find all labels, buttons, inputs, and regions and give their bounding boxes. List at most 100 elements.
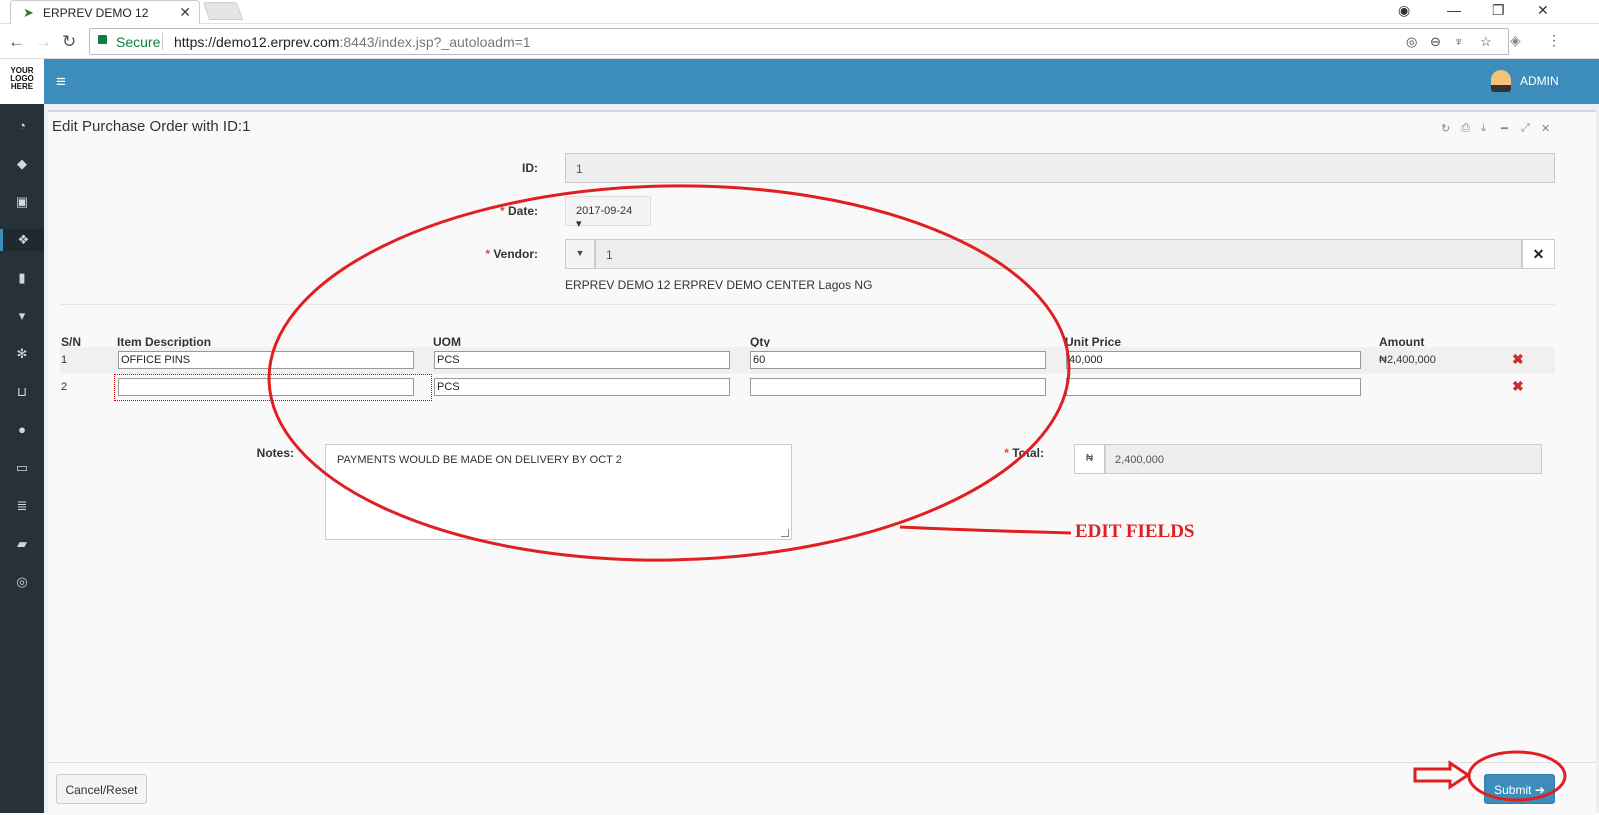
key-icon[interactable]: ♆	[1454, 34, 1464, 49]
address-bar[interactable]: Secure https://demo12.erprev.com:8443/in…	[89, 28, 1509, 55]
notes-textarea[interactable]: PAYMENTS WOULD BE MADE ON DELIVERY BY OC…	[325, 444, 792, 540]
url-host: https://demo12.erprev.com	[174, 34, 340, 50]
window-close-icon[interactable]: ✕	[1537, 2, 1549, 19]
vendor-clear-icon[interactable]: ✕	[1522, 239, 1555, 269]
minimize-panel-icon[interactable]: ━	[1501, 122, 1508, 135]
arrow-circle-right-icon: ➔	[1531, 783, 1545, 797]
url-text[interactable]: https://demo12.erprev.com:8443/index.jsp…	[174, 34, 531, 50]
total-label: * Total:	[924, 446, 1044, 460]
company-logo[interactable]: YOUR LOGO HERE	[0, 59, 44, 104]
minimize-icon[interactable]: —	[1447, 2, 1461, 18]
cancel-reset-button[interactable]: Cancel/Reset	[56, 774, 147, 804]
uom-input[interactable]: PCS	[434, 351, 730, 369]
edit-purchase-order-panel: Edit Purchase Order with ID:1 ↻ ⎙ ⤓ ━ ⤢ …	[48, 110, 1596, 815]
lifebuoy-icon[interactable]: ◎	[0, 571, 44, 593]
back-icon[interactable]: ←	[8, 32, 25, 52]
qty-input[interactable]: 60	[750, 351, 1046, 369]
forward-icon[interactable]: →	[35, 32, 52, 52]
new-tab-button[interactable]	[202, 2, 244, 20]
vendor-label: * Vendor:	[418, 247, 538, 261]
vendor-dropdown-icon[interactable]: ▼	[565, 239, 595, 269]
cubes-icon[interactable]: ❖	[0, 229, 44, 251]
tag-icon[interactable]: ◆	[0, 153, 44, 175]
browser-toolbar: ← → ↻ Secure https://demo12.erprev.com:8…	[0, 24, 1599, 59]
notes-label: Notes:	[256, 446, 294, 460]
total-field[interactable]: 2,400,000	[1105, 444, 1542, 474]
required-mark: *	[485, 247, 490, 261]
omnibox-divider	[162, 33, 163, 50]
menu-icon[interactable]: ⋮	[1547, 32, 1561, 49]
erprev-favicon-icon: ➤	[23, 5, 34, 20]
date-label: * Date:	[418, 204, 538, 218]
table-row: 2 PCS ✖	[60, 374, 1555, 401]
currency-addon: ₦	[1074, 444, 1105, 474]
submit-label: Submit	[1494, 783, 1532, 797]
user-name[interactable]: ADMIN	[1520, 74, 1559, 88]
panel-footer: Cancel/Reset Submit ➔	[48, 762, 1596, 815]
tab-title: ERPREV DEMO 12	[43, 6, 149, 20]
id-label: ID:	[418, 161, 538, 175]
required-mark: *	[1004, 446, 1009, 460]
hamburger-menu-icon[interactable]: ≡	[56, 72, 66, 92]
refresh-icon[interactable]: ↻	[1441, 122, 1450, 135]
desktop-icon[interactable]: ▭	[0, 457, 44, 479]
id-label-text: ID:	[522, 161, 538, 175]
snowflake-icon[interactable]: ✻	[0, 343, 44, 365]
unit-price-input[interactable]: 40,000	[1066, 351, 1361, 369]
uom-input[interactable]: PCS	[434, 378, 730, 396]
divider	[60, 304, 1555, 305]
extension-icon[interactable]: ◈	[1510, 32, 1521, 49]
building-icon[interactable]: ▮	[0, 267, 44, 289]
item-description-input[interactable]	[118, 378, 414, 396]
content-area: Edit Purchase Order with ID:1 ↻ ⎙ ⤓ ━ ⤢ …	[44, 104, 1599, 815]
total-label-text: Total:	[1012, 446, 1044, 460]
vendor-field[interactable]: 1	[595, 239, 1522, 269]
row-amount: ₦2,400,000	[1379, 354, 1436, 366]
cart-icon[interactable]: ⊔	[0, 381, 44, 403]
vendor-description: ERPREV DEMO 12 ERPREV DEMO CENTER Lagos …	[565, 278, 873, 292]
money-icon[interactable]: ▣	[0, 191, 44, 213]
expand-icon[interactable]: ⤢	[1521, 122, 1530, 135]
circle-icon[interactable]: ●	[0, 419, 44, 441]
date-value: 2017-09-24	[576, 205, 633, 217]
url-path: :8443/index.jsp?_autoloadm=1	[339, 34, 531, 50]
location-icon[interactable]: ◎	[1406, 34, 1417, 50]
item-description-input[interactable]: OFFICE PINS	[118, 351, 414, 369]
date-picker-button[interactable]: 2017-09-24 ▾	[565, 196, 651, 230]
date-label-text: Date:	[507, 204, 538, 218]
delete-row-icon[interactable]: ✖	[1512, 378, 1524, 395]
zoom-icon[interactable]: ⊖	[1430, 34, 1441, 50]
panel-title: Edit Purchase Order with ID:1	[52, 118, 251, 135]
profile-icon[interactable]: ◉	[1398, 2, 1410, 19]
download-icon[interactable]: ⤓	[1481, 122, 1486, 135]
qty-input[interactable]	[750, 378, 1046, 396]
user-avatar[interactable]	[1491, 70, 1511, 92]
vendor-label-text: Vendor:	[493, 247, 538, 261]
row-sn: 2	[61, 381, 68, 393]
browser-tab-bar: ➤ ERPREV DEMO 12 ✕ ◉ — ❐ ✕	[0, 0, 1599, 24]
required-mark: *	[499, 204, 505, 218]
annotation-label: EDIT FIELDS	[1075, 521, 1195, 542]
restore-icon[interactable]: ❐	[1492, 2, 1505, 19]
row-sn: 1	[61, 354, 68, 366]
tab-close-icon[interactable]: ✕	[179, 4, 191, 21]
database-icon[interactable]: ≣	[0, 495, 44, 517]
secure-label: Secure	[116, 34, 161, 50]
lock-icon	[98, 35, 107, 44]
caret-down-icon: ▾	[576, 218, 582, 230]
resize-grip-icon[interactable]	[781, 529, 789, 537]
reload-icon[interactable]: ↻	[62, 32, 76, 52]
close-panel-icon[interactable]: ✕	[1541, 122, 1550, 135]
book-icon[interactable]: ▰	[0, 533, 44, 555]
app-header: ≡ ADMIN	[44, 59, 1599, 104]
unit-price-input[interactable]	[1066, 378, 1361, 396]
dashboard-icon[interactable]: ◔	[0, 115, 44, 137]
submit-button[interactable]: Submit ➔	[1484, 774, 1555, 804]
bookmark-star-icon[interactable]: ☆	[1480, 34, 1492, 50]
trash-icon[interactable]: ▾	[0, 305, 44, 327]
print-icon[interactable]: ⎙	[1461, 122, 1470, 135]
browser-tab[interactable]: ➤ ERPREV DEMO 12 ✕	[10, 0, 200, 24]
id-field[interactable]: 1	[565, 153, 1555, 183]
logo-text: YOUR LOGO HERE	[10, 66, 34, 91]
delete-row-icon[interactable]: ✖	[1512, 351, 1524, 368]
